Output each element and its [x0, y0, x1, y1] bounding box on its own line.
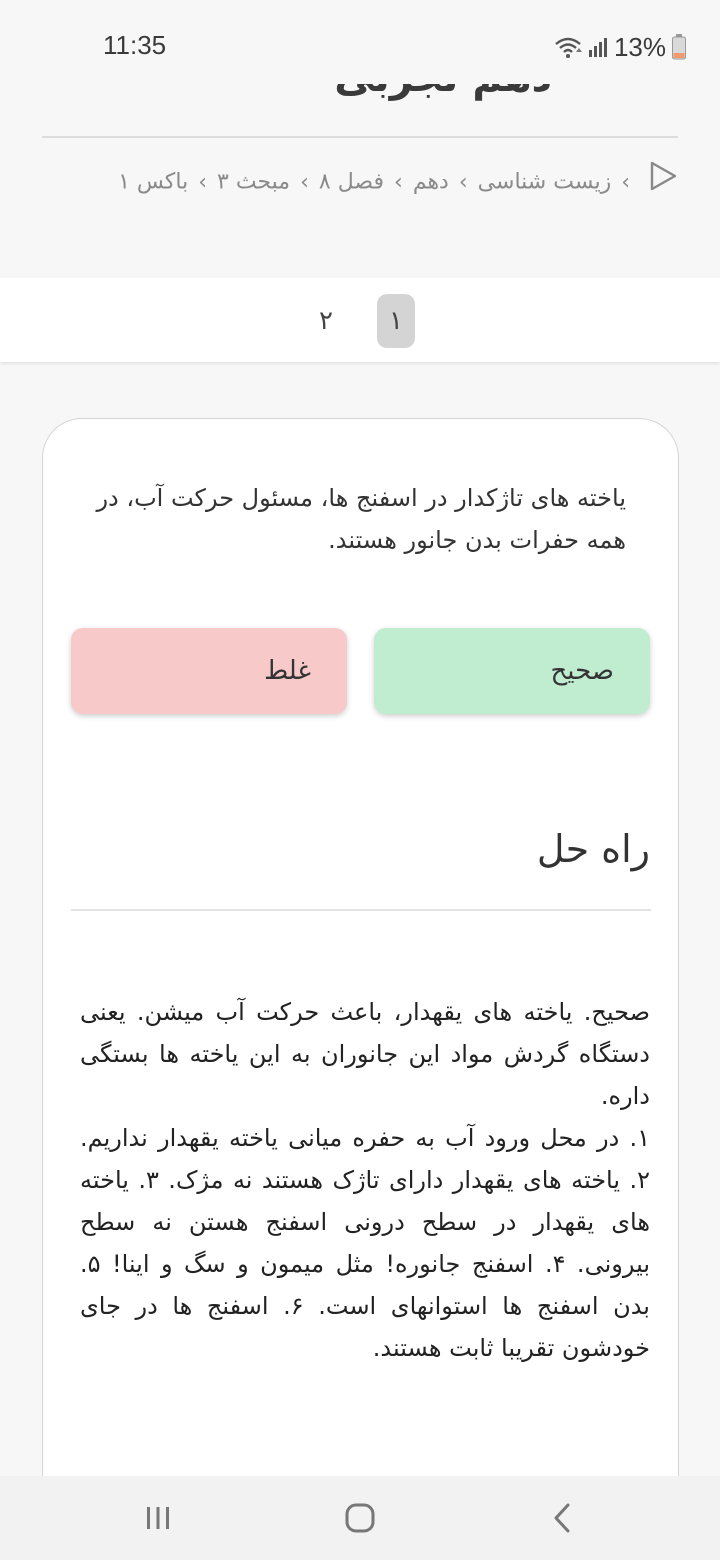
- screen: دهم تجربی 11:35 13%: [0, 0, 720, 1560]
- pager: ۲ ۱: [0, 278, 720, 362]
- breadcrumb-item-grade[interactable]: دهم: [413, 170, 449, 195]
- home-icon[interactable]: [340, 1498, 380, 1538]
- signal-icon: [588, 38, 607, 57]
- battery-icon: [672, 34, 686, 60]
- breadcrumb-item-topic[interactable]: مبحث ۳: [217, 170, 290, 195]
- solution-text: صحیح. یاخته های یقهدار، باعث حرکت آب میش…: [80, 991, 650, 1369]
- breadcrumb-item-subject[interactable]: زیست شناسی: [478, 170, 612, 195]
- status-time: 11:35: [103, 30, 167, 60]
- play-icon[interactable]: [648, 160, 678, 205]
- breadcrumb: › زیست شناسی › دهم › فصل ۸ › مبحث ۳ › باکس ۱: [78, 160, 678, 205]
- solution-paragraph: ۱. در محل ورود آب به حفره میانی یاخته یق…: [80, 1124, 650, 1362]
- battery-percent: 13%: [613, 31, 666, 62]
- back-icon[interactable]: [542, 1498, 582, 1538]
- header-area: دهم تجربی 11:35 13%: [0, 0, 720, 278]
- solution-title: راه حل: [536, 827, 650, 871]
- header-divider: [42, 136, 678, 138]
- chevron-icon: ›: [198, 169, 208, 195]
- chevron-icon: ›: [621, 169, 630, 195]
- chevron-icon: ›: [300, 169, 309, 195]
- false-answer-button[interactable]: غلط: [71, 628, 347, 714]
- breadcrumb-item-chapter[interactable]: فصل ۸: [319, 170, 384, 195]
- recents-icon[interactable]: [138, 1498, 178, 1538]
- navigation-bar: [0, 1476, 720, 1560]
- status-bar: 11:35 13%: [0, 0, 720, 84]
- question-text: یاخته های تاژکدار در اسفنج ها، مسئول حرک…: [96, 484, 626, 554]
- question-card: یاخته های تاژکدار در اسفنج ها، مسئول حرک…: [42, 418, 679, 1560]
- breadcrumb-item-box[interactable]: باکس ۱: [118, 170, 188, 195]
- wifi-icon: [555, 37, 582, 58]
- solution-paragraph: صحیح. یاخته های یقهدار، باعث حرکت آب میش…: [80, 998, 650, 1110]
- page-button-2[interactable]: ۲: [307, 294, 345, 348]
- chevron-icon: ›: [458, 169, 468, 195]
- solution-divider: [71, 909, 651, 911]
- status-icons: 13%: [554, 32, 686, 62]
- page-button-1[interactable]: ۱: [377, 294, 415, 348]
- chevron-icon: ›: [394, 169, 403, 195]
- true-answer-button[interactable]: صحیح: [374, 628, 650, 714]
